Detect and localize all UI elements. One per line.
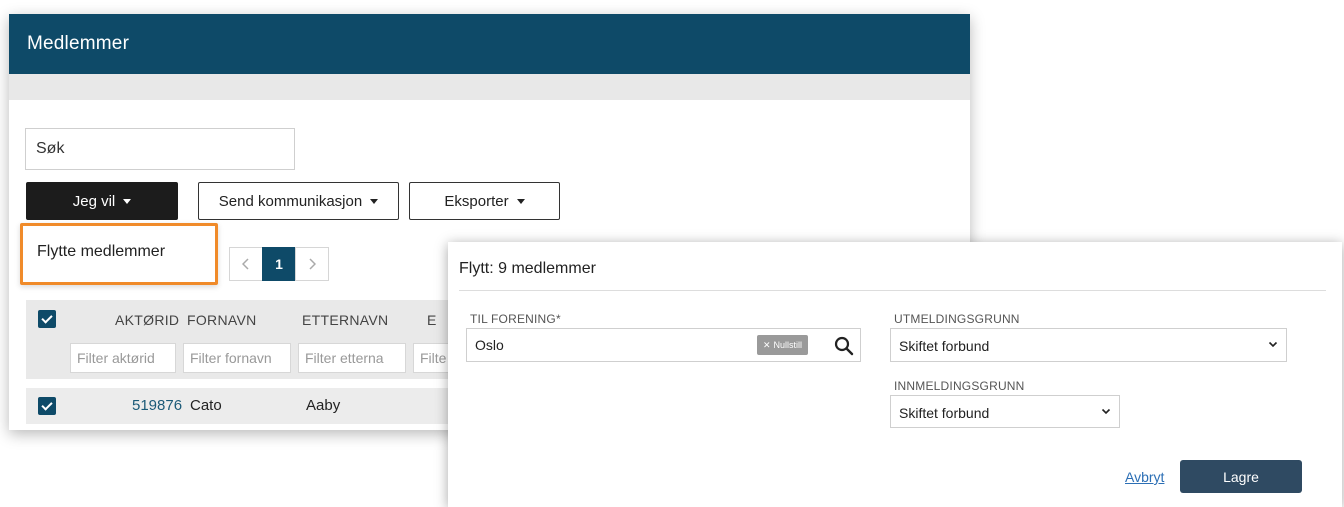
row-checkbox[interactable] [38,397,56,415]
search-icon[interactable] [833,335,855,357]
chevron-down-icon [1101,408,1111,415]
utmeldingsgrunn-value: Skiftet forbund [899,338,990,354]
move-members-dialog: Flytt: 9 medlemmer TIL FORENING* Oslo ✕ … [448,242,1342,507]
column-header-fornavn[interactable]: FORNAVN [187,312,257,328]
dialog-divider [459,290,1326,291]
chevron-right-icon [309,258,316,270]
prev-page-button[interactable] [229,247,263,281]
actions-dropdown-button[interactable]: Jeg vil [26,182,178,220]
caret-down-icon [516,199,525,204]
til-forening-field[interactable]: Oslo ✕ Nullstill [466,328,861,362]
reset-label: Nullstill [773,340,803,350]
filter-fornavn-input[interactable] [183,343,291,373]
send-communication-button[interactable]: Send kommunikasjon [198,182,399,220]
chevron-down-icon [1268,341,1278,348]
cell-etternavn: Aaby [306,397,341,414]
innmeldingsgrunn-select[interactable]: Skiftet forbund [890,395,1120,428]
next-page-button[interactable] [295,247,329,281]
select-all-checkbox[interactable] [38,310,56,328]
filter-aktorid-input[interactable] [70,343,176,373]
page-title: Medlemmer [27,33,130,54]
search-input[interactable] [25,128,295,170]
dialog-title: Flytt: 9 medlemmer [459,260,596,277]
export-button[interactable]: Eksporter [409,182,560,220]
close-icon: ✕ [763,339,771,350]
caret-down-icon [370,199,379,204]
utmeldingsgrunn-select[interactable]: Skiftet forbund [890,328,1287,362]
cancel-link[interactable]: Avbryt [1125,469,1164,485]
pagination: 1 [229,247,329,281]
innmeldingsgrunn-label: INNMELDINGSGRUNN [894,379,1025,393]
move-members-menu-item[interactable]: Flytte medlemmer [37,243,165,261]
send-communication-label: Send kommunikasjon [218,192,363,210]
window-header: Medlemmer [9,14,970,74]
page-button-current[interactable]: 1 [262,247,296,281]
actions-dropdown-menu: Flytte medlemmer [20,223,218,285]
column-header-etternavn[interactable]: ETTERNAVN [302,312,388,328]
filter-etternavn-input[interactable] [298,343,406,373]
til-forening-value: Oslo [475,337,504,353]
column-header-truncated[interactable]: E [427,312,437,328]
caret-down-icon [123,199,132,204]
chevron-left-icon [242,258,249,270]
cell-aktorid[interactable]: 519876 [132,397,182,414]
save-button[interactable]: Lagre [1180,460,1302,493]
cell-fornavn: Cato [190,397,222,414]
utmeldingsgrunn-label: UTMELDINGSGRUNN [894,312,1020,326]
column-header-aktorid[interactable]: AKTØRID [115,312,179,328]
subheader-bar [9,74,970,100]
innmeldingsgrunn-value: Skiftet forbund [899,405,990,421]
actions-button-label: Jeg vil [72,192,116,210]
til-forening-label: TIL FORENING* [470,312,561,326]
export-label: Eksporter [444,192,509,210]
reset-button[interactable]: ✕ Nullstill [757,335,809,355]
